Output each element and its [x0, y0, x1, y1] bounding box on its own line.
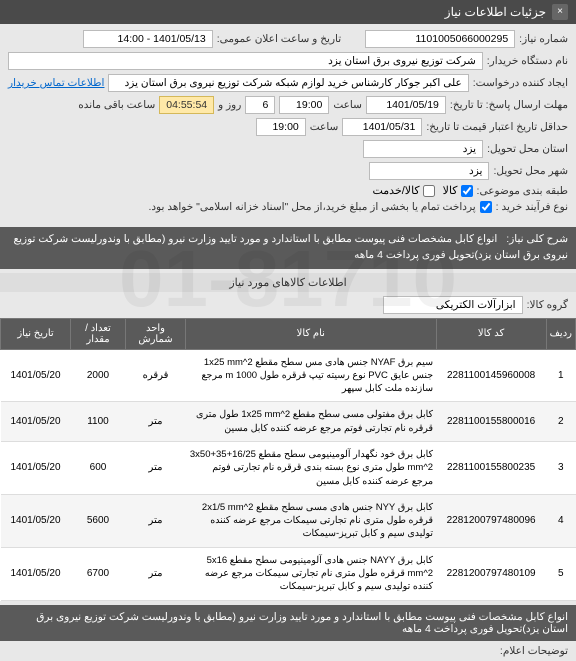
process-label: نوع فرآیند خرید : [496, 201, 568, 213]
th-unit: واحد شمارش [126, 318, 186, 349]
cell-code: 2281100145960008 [436, 349, 546, 402]
time-label-2: ساعت [310, 121, 339, 133]
process-note: پرداخت تمام یا بخشی از مبلغ خرید،از محل … [148, 201, 475, 213]
cell-code: 2281100155800235 [436, 441, 546, 494]
table-row[interactable]: 32281100155800235کابل برق خود نگهدار آلو… [1, 441, 576, 494]
cat-service-label: کالا/خدمت [372, 184, 419, 197]
header-bar: × جزئیات اطلاعات نیاز [0, 0, 576, 24]
cell-unit: متر [126, 441, 186, 494]
table-row[interactable]: 42281200797480096کابل برق NYY جنس هادی م… [1, 494, 576, 547]
table-row[interactable]: 12281100145960008سیم برق NYAF جنس هادی م… [1, 349, 576, 402]
countdown: 04:55:54 [159, 96, 214, 114]
cell-code: 2281200797480109 [436, 547, 546, 600]
close-button[interactable]: × [552, 4, 568, 20]
th-row: ردیف [546, 318, 575, 349]
cell-name: کابل برق مفتولی مسی سطح مقطع 1x25 mm^2 ط… [186, 402, 437, 442]
cell-row: 4 [546, 494, 575, 547]
province-label: استان محل تحویل: [487, 143, 568, 155]
explain-label: توضیحات اعلام: [500, 645, 568, 657]
cell-name: کابل برق NYY جنس هادی مسی سطح مقطع 2x1/5… [186, 494, 437, 547]
time-label-1: ساعت [333, 99, 362, 111]
cell-unit: متر [126, 547, 186, 600]
city-label: شهر محل تحویل: [493, 165, 568, 177]
cat-goods-label: کالا [443, 184, 458, 197]
days-label: روز و [218, 99, 241, 111]
requester-value: علی اکبر جوکار کارشناس خرید لوازم شبکه ش… [108, 74, 468, 92]
cell-date: 1401/05/20 [1, 441, 71, 494]
goods-table-wrap: ردیف کد کالا نام کالا واحد شمارش تعداد /… [0, 318, 576, 601]
province-value: یزد [363, 140, 483, 158]
days-value: 6 [245, 96, 275, 114]
cell-row: 2 [546, 402, 575, 442]
cell-qty: 6700 [71, 547, 126, 600]
th-qty: تعداد / مقدار [71, 318, 126, 349]
requester-label: ایجاد کننده درخواست: [473, 77, 568, 89]
cell-qty: 5600 [71, 494, 126, 547]
validity-date: 1401/05/31 [342, 118, 422, 136]
cell-row: 3 [546, 441, 575, 494]
deadline-date: 1401/05/19 [366, 96, 446, 114]
cell-date: 1401/05/20 [1, 494, 71, 547]
th-date: تاریخ نیاز [1, 318, 71, 349]
cell-row: 1 [546, 349, 575, 402]
footer-row: توضیحات اعلام: [0, 641, 576, 661]
cell-date: 1401/05/20 [1, 547, 71, 600]
cell-qty: 600 [71, 441, 126, 494]
th-code: کد کالا [436, 318, 546, 349]
cell-name: کابل برق NAYY جنس هادی آلومینیومی سطح مق… [186, 547, 437, 600]
cell-name: سیم برق NYAF جنس هادی مس سطح مقطع 1x25 m… [186, 349, 437, 402]
deadline-label: مهلت ارسال پاسخ: تا تاریخ: [450, 99, 568, 111]
contact-link[interactable]: اطلاعات تماس خریدار [8, 77, 104, 89]
buyer-org-value: شرکت توزیع نیروی برق استان یزد [8, 52, 483, 70]
cell-unit: متر [126, 494, 186, 547]
buyer-org-label: نام دستگاه خریدار: [487, 55, 568, 67]
validity-time: 19:00 [256, 118, 306, 136]
need-no-value: 1101005066000295 [365, 30, 515, 48]
cell-unit: قرقره [126, 349, 186, 402]
cell-name: کابل برق خود نگهدار آلومینیومی سطح مقطع … [186, 441, 437, 494]
city-value: یزد [369, 162, 489, 180]
process-checkbox[interactable] [480, 201, 492, 213]
section-title: اطلاعات کالاهای مورد نیاز [0, 273, 576, 292]
group-value: ابزارآلات الکتریکی [383, 296, 523, 314]
cell-qty: 2000 [71, 349, 126, 402]
validity-label: حداقل تاریخ اعتبار قیمت تا تاریخ: [426, 121, 568, 133]
table-row[interactable]: 22281100155800016کابل برق مفتولی مسی سطح… [1, 402, 576, 442]
cell-code: 2281100155800016 [436, 402, 546, 442]
datetime-value: 1401/05/13 - 14:00 [83, 30, 213, 48]
cell-unit: متر [126, 402, 186, 442]
header-title: جزئیات اطلاعات نیاز [445, 5, 546, 19]
desc-label: شرح کلی نیاز: [506, 233, 568, 245]
cell-row: 5 [546, 547, 575, 600]
remain-label: ساعت باقی مانده [78, 99, 155, 111]
cat-goods-checkbox[interactable] [461, 185, 473, 197]
category-label: طبقه بندی موضوعی: [477, 185, 568, 197]
desc-bar: شرح کلی نیاز: انواع کابل مشخصات فنی پیوس… [0, 227, 576, 269]
group-label: گروه کالا: [527, 299, 568, 311]
table-row[interactable]: 52281200797480109کابل برق NAYY جنس هادی … [1, 547, 576, 600]
cat-service-checkbox[interactable] [423, 185, 435, 197]
desc-text: انواع کابل مشخصات فنی پیوست مطابق با است… [13, 233, 568, 261]
need-no-label: شماره نیاز: [519, 33, 568, 45]
th-name: نام کالا [186, 318, 437, 349]
datetime-label: تاریخ و ساعت اعلان عمومی: [217, 33, 341, 45]
cell-qty: 1100 [71, 402, 126, 442]
cell-date: 1401/05/20 [1, 349, 71, 402]
cat-goods-item[interactable]: کالا [443, 184, 473, 197]
cat-service-item[interactable]: کالا/خدمت [372, 184, 434, 197]
deadline-time: 19:00 [279, 96, 329, 114]
category-group: کالا کالا/خدمت [372, 184, 472, 197]
footer-desc: انواع کابل مشخصات فنی پیوست مطابق با است… [0, 605, 576, 641]
cell-date: 1401/05/20 [1, 402, 71, 442]
goods-table: ردیف کد کالا نام کالا واحد شمارش تعداد /… [0, 318, 576, 601]
cell-code: 2281200797480096 [436, 494, 546, 547]
